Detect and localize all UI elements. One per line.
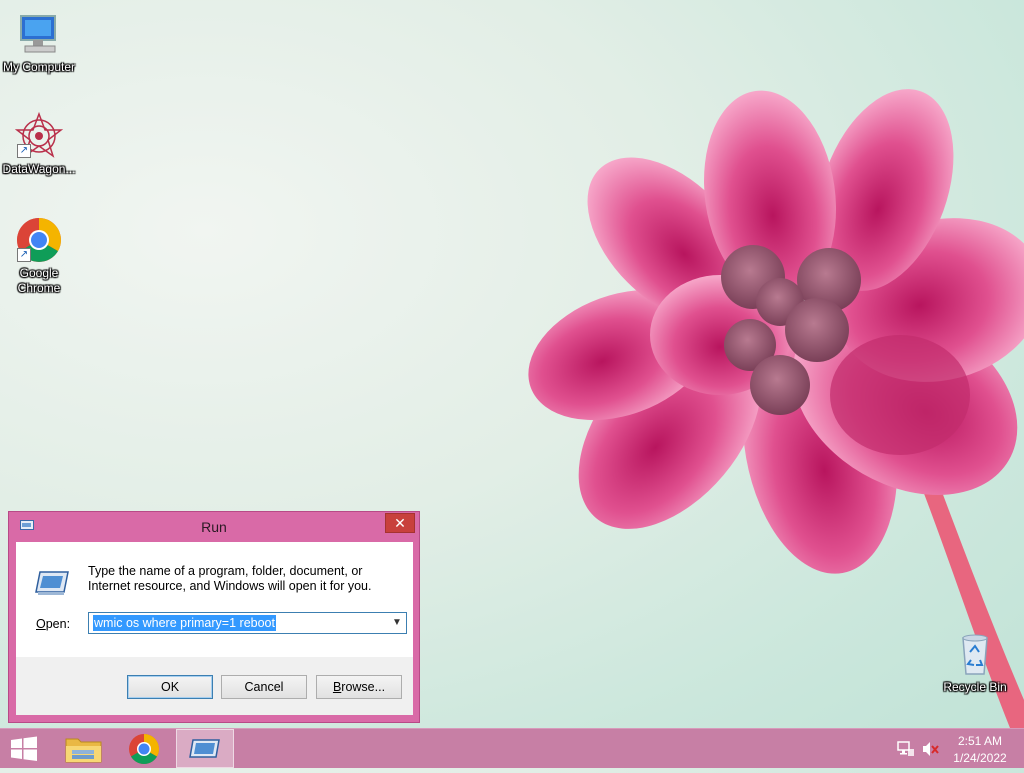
desktop-icon-datawagon[interactable]: ↗ DataWagon... [0,111,78,177]
chevron-down-icon[interactable]: ▼ [391,616,403,630]
datawagon-icon: ↗ [14,111,64,160]
shortcut-arrow-icon: ↗ [17,144,31,158]
run-description: Type the name of a program, folder, docu… [88,564,372,593]
recycle-bin-icon [951,630,999,678]
run-dialog-body: Type the name of a program, folder, docu… [16,542,413,657]
open-label-accesskey: O [36,617,46,631]
clock-time[interactable]: 2:51 AM [950,734,1010,748]
desktop-icon-my-computer[interactable]: My Computer [0,10,78,75]
computer-icon [15,10,63,58]
taskbar: 2:51 AM 1/24/2022 [0,728,1024,768]
open-input[interactable]: wmic os where primary=1 reboot [93,615,276,631]
taskbar-chrome[interactable] [115,729,173,768]
volume-muted-icon[interactable] [921,740,939,758]
run-icon [189,739,220,758]
run-dialog: Run ✕ Type the name of a program, folder… [8,511,420,723]
chrome-icon [129,734,160,765]
desktop-icon-label: DataWagon... [2,162,76,176]
browse-label: rowse... [341,680,386,694]
close-icon: ✕ [394,515,406,531]
desktop-icon-label: Recycle Bin [943,680,1007,694]
network-icon[interactable] [897,740,915,758]
run-program-icon [35,571,69,595]
cancel-button[interactable]: Cancel [221,675,307,699]
desktop-icon-label: My Computer [2,60,76,74]
start-button[interactable] [0,729,58,768]
desktop-icon-google-chrome[interactable]: ↗ Google Chrome [0,216,78,296]
file-explorer-icon [65,738,102,763]
open-label-text: pen: [45,617,71,631]
clock-date[interactable]: 1/24/2022 [946,751,1014,765]
desktop-icon-label: Google Chrome [17,266,61,295]
taskbar-run[interactable] [176,729,234,768]
browse-button[interactable]: Browse... [316,675,402,699]
close-button[interactable]: ✕ [385,513,415,533]
chrome-icon: ↗ [15,216,63,264]
ok-button[interactable]: OK [127,675,213,699]
taskbar-file-explorer[interactable] [56,729,114,768]
windows-logo-icon [11,736,37,761]
run-titlebar[interactable]: Run ✕ [9,512,419,540]
shortcut-arrow-icon: ↗ [17,248,31,262]
run-dialog-footer: OK Cancel Browse... [16,657,413,715]
desktop-icon-recycle-bin[interactable]: Recycle Bin [936,630,1014,695]
open-label: Open: [36,617,70,631]
open-combobox[interactable]: wmic os where primary=1 reboot ▼ [88,612,407,634]
run-dialog-title: Run [201,519,227,535]
